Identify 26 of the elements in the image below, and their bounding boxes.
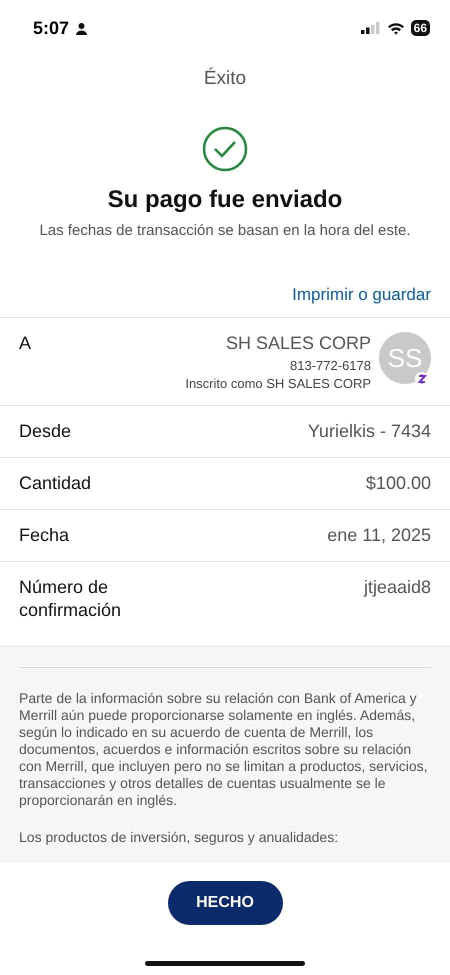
recipient-phone: 813-772-6178 [290, 358, 371, 373]
zelle-icon [415, 372, 429, 386]
detail-value: $100.00 [366, 472, 431, 495]
recipient-name: SH SALES CORP [226, 332, 371, 355]
success-heading: Su pago fue enviado [106, 186, 344, 214]
wifi-icon [386, 22, 405, 34]
screen-title: Éxito [202, 68, 248, 90]
subtitle: Las fechas de transacción se basan en la hora del este. [38, 222, 412, 239]
checkmark-icon [202, 126, 248, 172]
enrollment-note: Inscrito como SH SALES CORP [185, 376, 371, 391]
detail-label: Número de confirmación [19, 576, 122, 622]
disclosure-text: Parte de la información sobre su relación con Bank of America y Merrill aún puede proporcionarse solamente en inglés. Además, según lo indicado en su acuerdo de cuenta de Merrill, los documentos, acuerdos e información escritos sobre su relación con Merrill, que incluyen pero no se limitan a productos, servicios, transacciones y otros detalles de cuentas usualmente se le proporcionarán en inglés. [19, 690, 429, 809]
battery-level: 66 [410, 20, 430, 36]
detail-label: A [19, 332, 32, 355]
status-time: 5:07 [33, 18, 70, 38]
detail-value: jtjeaaid8 [364, 576, 431, 599]
signal-icon [360, 22, 381, 34]
detail-value: ene 11, 2025 [327, 524, 431, 547]
person-icon [75, 22, 88, 34]
detail-label: Fecha [19, 524, 70, 547]
detail-label: Cantidad [19, 472, 92, 495]
detail-label: Desde [19, 420, 72, 443]
done-button[interactable]: HECHO [168, 881, 282, 925]
detail-value: Yurielkis - 7434 [308, 420, 431, 443]
print-link[interactable]: Imprimir o guardar [292, 285, 431, 305]
disclosure-text: Los productos de inversión, seguros y anualidades: [19, 829, 340, 846]
